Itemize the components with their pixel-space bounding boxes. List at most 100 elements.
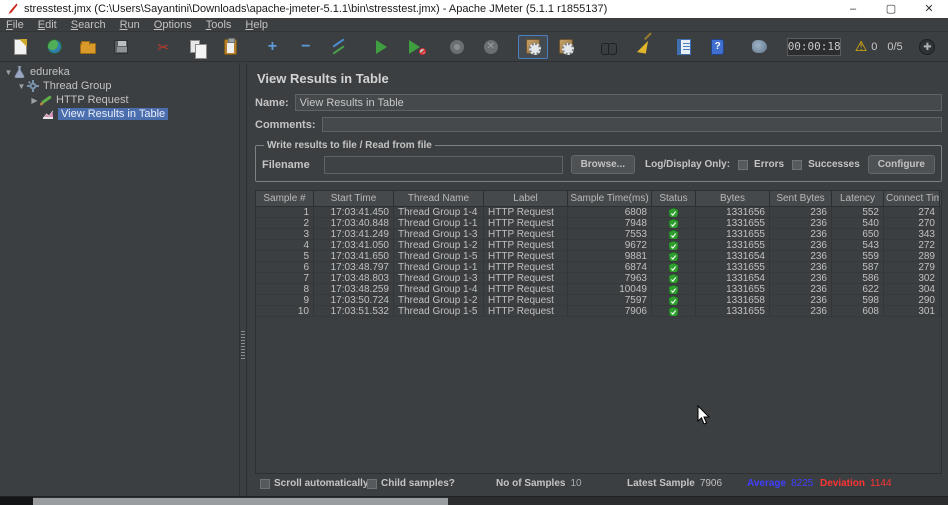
name-input[interactable] xyxy=(294,94,942,111)
table-row[interactable]: 10 17:03:51.532 Thread Group 1-5 HTTP Reque… xyxy=(256,306,941,317)
menu-options[interactable]: Options xyxy=(154,19,192,31)
column-header[interactable]: Sample # xyxy=(256,191,314,206)
table-row[interactable]: 7 17:03:48.803 Thread Group 1-3 HTTP Reques… xyxy=(256,273,941,284)
table-cell: 7597 xyxy=(568,295,652,305)
stop-button[interactable] xyxy=(443,35,472,59)
table-cell: 302 xyxy=(884,273,940,283)
maximize-button[interactable]: ▢ xyxy=(872,0,910,18)
filename-input[interactable] xyxy=(323,155,563,174)
menu-edit[interactable]: Edit xyxy=(38,19,57,31)
table-cell: 10049 xyxy=(568,284,652,294)
menu-tools[interactable]: Tools xyxy=(206,19,232,31)
table-cell: Thread Group 1-5 xyxy=(394,306,484,316)
new-plan-button[interactable] xyxy=(6,35,35,59)
scroll-automatically-option: Scroll automatically? xyxy=(260,478,375,489)
paste-button[interactable] xyxy=(215,35,244,59)
tree-item-view-results-in-table[interactable]: View Results in Table xyxy=(0,107,239,121)
table-cell: 270 xyxy=(884,218,940,228)
expand-button[interactable]: + xyxy=(258,35,287,59)
paste-icon xyxy=(223,37,237,55)
comments-input[interactable] xyxy=(321,117,942,132)
start-button[interactable] xyxy=(367,35,396,59)
menu-run[interactable]: Run xyxy=(120,19,140,31)
column-header[interactable]: Sample Time(ms) xyxy=(568,191,652,206)
column-header[interactable]: Bytes xyxy=(696,191,770,206)
errors-checkbox[interactable] xyxy=(738,159,749,170)
templates-button[interactable] xyxy=(39,35,68,59)
no-of-samples: No of Samples 10 xyxy=(496,478,582,489)
logger-icon xyxy=(752,40,768,53)
horizontal-scrollbar-thumb[interactable] xyxy=(33,498,448,505)
tree-item-thread-group[interactable]: ▼ Thread Group xyxy=(0,79,239,93)
child-samples-checkbox[interactable] xyxy=(367,478,377,489)
tree-item-edureka[interactable]: ▼ edureka xyxy=(0,65,239,79)
remote-start-all-button[interactable] xyxy=(552,35,581,59)
clear-button[interactable] xyxy=(627,35,656,59)
start-no-timers-button[interactable] xyxy=(400,35,429,59)
warning-icon[interactable]: ⚠ xyxy=(855,38,868,55)
toggle-button[interactable] xyxy=(325,35,354,59)
menu-file[interactable]: File xyxy=(6,19,24,31)
table-row[interactable]: 6 17:03:48.797 Thread Group 1-1 HTTP Reques… xyxy=(256,262,941,273)
table-cell: 608 xyxy=(832,306,884,316)
status-ok-icon xyxy=(669,284,678,294)
page-title: View Results in Table xyxy=(257,71,389,86)
http-request-icon xyxy=(39,94,52,106)
test-plan-icon xyxy=(13,66,26,78)
splitter-grip-icon[interactable] xyxy=(241,330,245,359)
table-cell: 236 xyxy=(770,218,832,228)
successes-checkbox[interactable] xyxy=(792,159,803,170)
browse-button[interactable]: Browse... xyxy=(570,155,636,174)
tree-item-http-request[interactable]: ▶ HTTP Request xyxy=(0,93,239,107)
table-row[interactable]: 5 17:03:41.650 Thread Group 1-5 HTTP Reques… xyxy=(256,251,941,262)
table-header-row: Sample # Start Time Thread Name Label Sample… xyxy=(256,191,941,207)
status-ok-icon xyxy=(669,229,678,239)
expand-arrow-icon[interactable]: ▼ xyxy=(17,82,26,91)
search-button[interactable] xyxy=(594,35,623,59)
function-helper-button[interactable] xyxy=(670,35,699,59)
close-button[interactable]: ✕ xyxy=(910,0,948,18)
save-button[interactable] xyxy=(106,35,135,59)
column-header[interactable]: Status xyxy=(652,191,696,206)
table-row[interactable]: 1 17:03:41.450 Thread Group 1-4 HTTP Reques… xyxy=(256,207,941,218)
shutdown-button[interactable]: ✕ xyxy=(476,35,505,59)
table-cell: Thread Group 1-2 xyxy=(394,240,484,250)
column-header[interactable]: Latency xyxy=(832,191,884,206)
toggle-icon xyxy=(331,40,347,54)
table-cell: HTTP Request xyxy=(484,240,568,250)
table-row[interactable]: 3 17:03:41.249 Thread Group 1-3 HTTP Reques… xyxy=(256,229,941,240)
tree-splitter[interactable] xyxy=(240,63,247,496)
open-button[interactable] xyxy=(73,35,102,59)
help-button[interactable]: ? xyxy=(703,35,732,59)
table-row[interactable]: 9 17:03:50.724 Thread Group 1-2 HTTP Reques… xyxy=(256,295,941,306)
collapsed-arrow-icon[interactable]: ▶ xyxy=(30,96,39,105)
remote-start-button[interactable] xyxy=(518,34,548,59)
menu-help[interactable]: Help xyxy=(245,19,268,31)
scroll-automatically-checkbox[interactable] xyxy=(260,478,270,489)
table-cell: 586 xyxy=(832,273,884,283)
write-results-group-title: Write results to file / Read from file xyxy=(267,140,432,151)
expand-arrow-icon[interactable]: ▼ xyxy=(4,68,13,77)
cut-button[interactable]: ✂ xyxy=(149,35,178,59)
column-header[interactable]: Thread Name xyxy=(394,191,484,206)
column-header[interactable]: Start Time xyxy=(314,191,394,206)
table-cell: HTTP Request xyxy=(484,273,568,283)
copy-button[interactable] xyxy=(182,35,211,59)
logger-panel-button[interactable] xyxy=(745,35,774,59)
menu-search[interactable]: Search xyxy=(71,19,106,31)
no-of-samples-value: 10 xyxy=(570,478,582,489)
column-header[interactable]: Connect Time(... xyxy=(884,191,940,206)
binoculars-icon xyxy=(600,42,617,55)
status-ok-icon xyxy=(669,207,678,217)
minimize-button[interactable]: – xyxy=(834,0,872,18)
table-cell: Thread Group 1-4 xyxy=(394,284,484,294)
column-header[interactable]: Label xyxy=(484,191,568,206)
table-row[interactable]: 8 17:03:48.259 Thread Group 1-4 HTTP Reques… xyxy=(256,284,941,295)
configure-button[interactable]: Configure xyxy=(867,155,935,174)
table-row[interactable]: 4 17:03:41.050 Thread Group 1-2 HTTP Reques… xyxy=(256,240,941,251)
table-cell: 598 xyxy=(832,295,884,305)
table-row[interactable]: 2 17:03:40.848 Thread Group 1-1 HTTP Reques… xyxy=(256,218,941,229)
column-header[interactable]: Sent Bytes xyxy=(770,191,832,206)
collapse-button[interactable]: − xyxy=(291,35,320,59)
table-cell: 8 xyxy=(256,284,314,294)
